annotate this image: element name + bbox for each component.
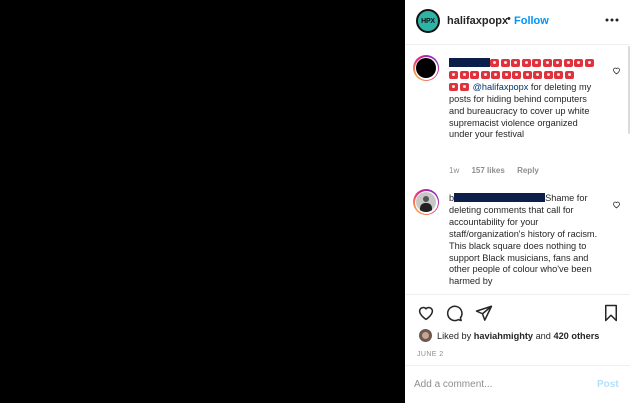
flower-emoji xyxy=(511,59,520,67)
likes-others-count[interactable]: 420 others xyxy=(553,331,599,341)
comment-body-text: Shame for deleting comments that call fo… xyxy=(449,193,598,287)
flower-emoji xyxy=(553,59,562,67)
account-avatar[interactable]: HPX xyxy=(416,9,440,33)
comment-bubble-icon[interactable] xyxy=(445,304,463,322)
liker-username[interactable]: haviahmighty xyxy=(474,331,533,341)
comments-list: @halifaxpopx for deleting my posts for h… xyxy=(405,45,630,293)
liked-by-row: Liked by haviahmighty and 420 others xyxy=(405,327,630,345)
flower-emoji xyxy=(449,82,458,91)
flower-emoji xyxy=(532,59,541,67)
flower-emoji xyxy=(459,70,469,79)
post-actions-bar xyxy=(405,294,630,329)
liked-by-joiner: and xyxy=(533,331,554,341)
flower-emoji xyxy=(554,70,563,79)
flower-emoji xyxy=(563,59,573,67)
flower-emoji xyxy=(490,59,499,67)
flower-emoji xyxy=(470,70,479,79)
post-media-image[interactable] xyxy=(0,0,405,403)
flower-emoji xyxy=(459,82,469,91)
post-side-panel: HPX halifaxpopx • Follow @halifaxpopx fo… xyxy=(405,0,630,403)
more-options-icon[interactable] xyxy=(605,18,619,22)
comment-header-line xyxy=(449,58,601,70)
liker-avatar[interactable] xyxy=(419,329,432,342)
redacted-username xyxy=(449,58,490,67)
comment-body: @halifaxpopx for deleting my posts for h… xyxy=(449,82,601,142)
flower-emoji xyxy=(522,70,532,79)
share-paper-plane-icon[interactable] xyxy=(475,304,493,322)
comment-text: @halifaxpopx for deleting my posts for h… xyxy=(449,58,601,141)
flower-emoji xyxy=(533,70,542,79)
redacted-username xyxy=(454,193,546,202)
flower-emoji xyxy=(480,70,490,79)
commenter-avatar[interactable] xyxy=(413,55,439,81)
comment-text: b Shame for deleting comments that call f… xyxy=(449,193,601,288)
add-comment-input[interactable] xyxy=(414,375,584,393)
flower-emoji xyxy=(542,59,552,67)
post-comment-button[interactable]: Post xyxy=(597,379,619,390)
post-date[interactable]: JUNE 2 xyxy=(417,351,444,358)
post-header: HPX halifaxpopx • Follow xyxy=(405,0,630,45)
flower-emoji xyxy=(564,70,574,79)
mention-link[interactable]: @halifaxpopx xyxy=(473,82,529,92)
comment-like-heart-icon[interactable] xyxy=(612,200,621,209)
reply-button[interactable]: Reply xyxy=(517,166,539,175)
account-logo-text: HPX xyxy=(421,17,435,25)
flower-emoji xyxy=(501,70,511,79)
like-heart-icon[interactable] xyxy=(417,304,435,322)
flower-emoji xyxy=(449,70,458,79)
save-bookmark-icon[interactable] xyxy=(602,304,620,322)
comment-meta: 1w 157 likes Reply xyxy=(449,166,549,175)
header-separator: • xyxy=(507,13,511,25)
commenter-avatar[interactable] xyxy=(413,189,439,215)
comment-like-heart-icon[interactable] xyxy=(612,66,621,75)
liked-by-text: Liked by haviahmighty and 420 others xyxy=(437,331,599,341)
emoji-line xyxy=(449,70,601,82)
flower-emoji xyxy=(543,70,553,79)
flower-emoji xyxy=(491,70,500,79)
liked-by-prefix: Liked by xyxy=(437,331,474,341)
flower-emoji xyxy=(500,59,510,67)
flower-emoji xyxy=(584,59,594,67)
comment-time: 1w xyxy=(449,166,460,175)
add-comment-bar: Post xyxy=(405,365,630,404)
flower-emoji xyxy=(574,59,583,67)
flower-emoji xyxy=(512,70,521,79)
follow-button[interactable]: Follow xyxy=(514,15,549,27)
flower-emoji xyxy=(521,59,531,67)
account-username[interactable]: halifaxpopx xyxy=(447,15,508,27)
comment-likes-count[interactable]: 157 likes xyxy=(471,166,504,175)
